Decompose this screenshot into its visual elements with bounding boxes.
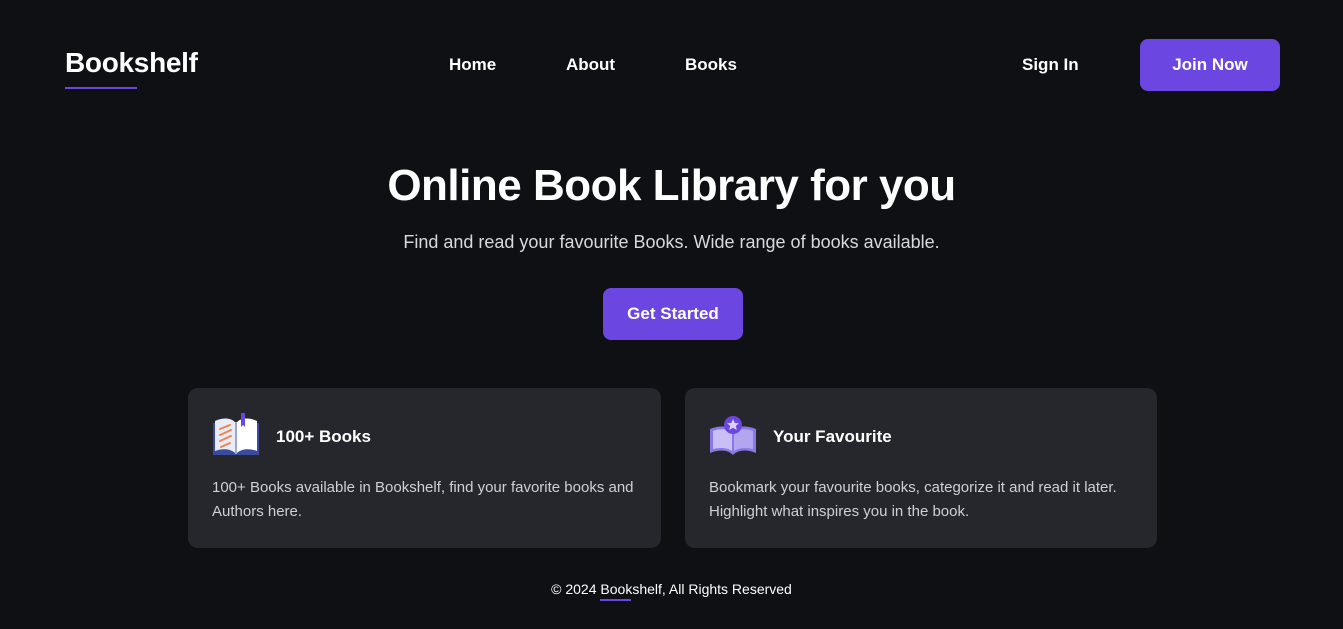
bookmark-book-icon (708, 413, 758, 459)
copyright-prefix: © 2024 (551, 581, 601, 597)
footer-brand-link[interactable]: Bookshelf (600, 580, 662, 601)
hero-subtitle: Find and read your favourite Books. Wide… (403, 232, 940, 252)
site-footer: © 2024 Bookshelf, All Rights Reserved (0, 580, 1343, 601)
get-started-button[interactable]: Get Started (603, 288, 743, 340)
nav-about-link[interactable]: About (566, 54, 615, 76)
hero-title: Online Book Library for you (387, 161, 956, 210)
nav-home-link[interactable]: Home (449, 54, 496, 76)
logo-underline (65, 87, 137, 89)
sign-in-link[interactable]: Sign In (1022, 54, 1079, 76)
open-book-icon (211, 413, 261, 459)
copyright-suffix: , All Rights Reserved (661, 581, 792, 597)
feature-description: 100+ Books available in Bookshelf, find … (212, 479, 634, 520)
nav-books-link[interactable]: Books (685, 54, 737, 76)
feature-title: Your Favourite (773, 427, 892, 446)
feature-card-books: 100+ Books 100+ Books available in Books… (188, 388, 661, 548)
brand-logo[interactable]: Bookshelf (65, 46, 198, 80)
feature-card-favourite: Your Favourite Bookmark your favourite b… (685, 388, 1157, 548)
feature-title: 100+ Books (276, 427, 371, 446)
feature-description: Bookmark your favourite books, categoriz… (709, 479, 1117, 520)
join-now-button[interactable]: Join Now (1140, 39, 1280, 91)
site-header: Bookshelf Home About Books Sign In Join … (0, 0, 1343, 130)
